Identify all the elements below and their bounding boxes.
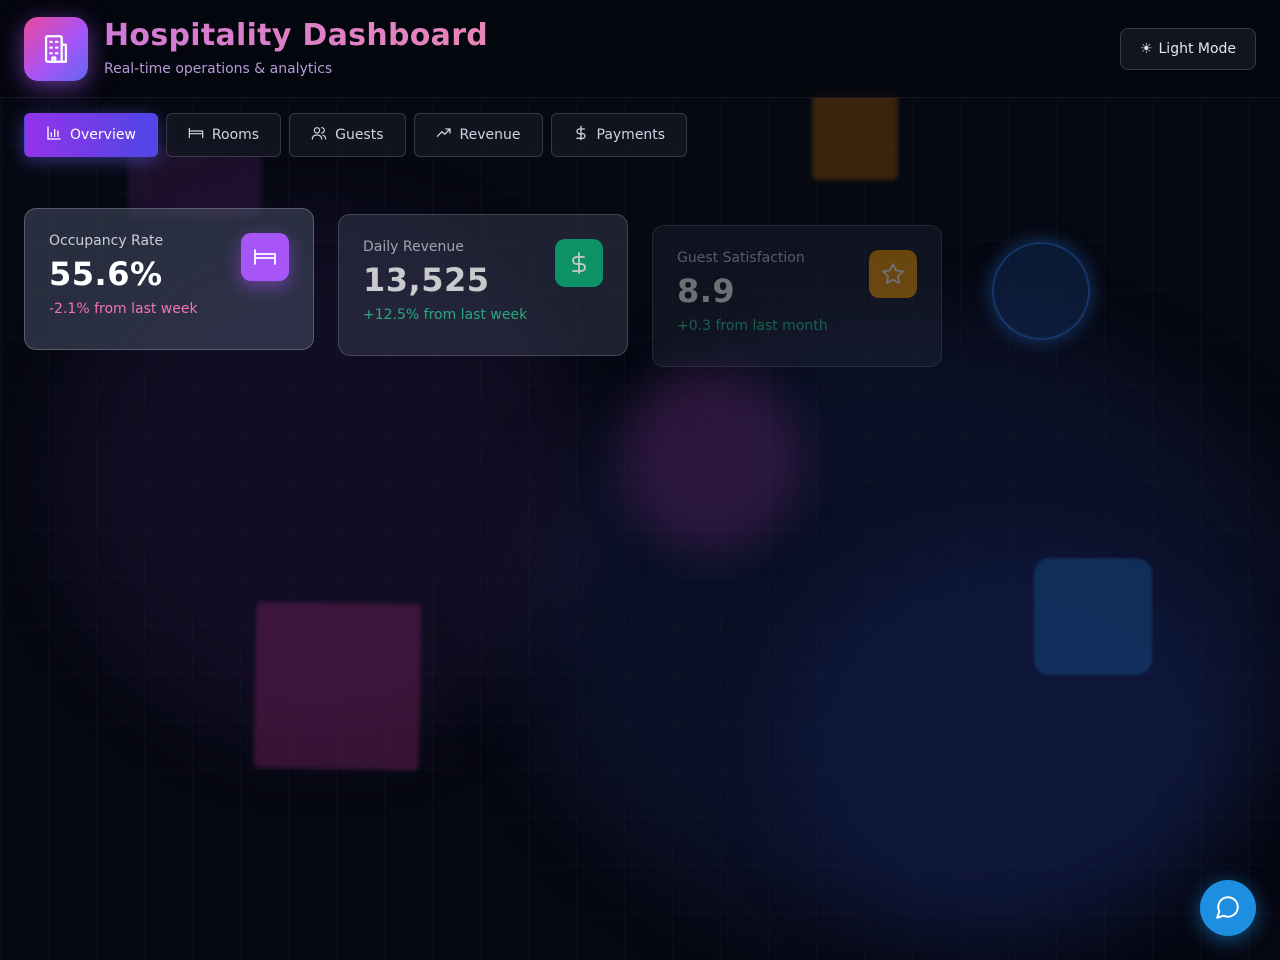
chat-button[interactable] [1200, 880, 1256, 936]
stat-change: -2.1% from last week [49, 301, 198, 317]
tab-label: Overview [70, 127, 136, 143]
tab-revenue[interactable]: Revenue [413, 113, 543, 157]
chat-bubble-icon [1215, 894, 1241, 923]
building-icon [24, 17, 88, 81]
tab-overview[interactable]: Overview [24, 113, 158, 157]
stat-card-daily-revenue: Daily Revenue 13,525 +12.5% from last we… [338, 214, 628, 356]
stat-card-guest-satisfaction: Guest Satisfaction 8.9 +0.3 from last mo… [652, 225, 942, 367]
bar-chart-icon [46, 125, 62, 145]
tab-label: Rooms [211, 127, 260, 143]
tab-payments[interactable]: Payments [550, 113, 688, 157]
tab-label: Revenue [459, 127, 521, 143]
stat-change: +0.3 from last month [677, 318, 828, 334]
stat-card-occupancy: Occupancy Rate 55.6% -2.1% from last wee… [24, 208, 314, 350]
tab-label: Payments [596, 127, 666, 143]
light-mode-toggle-button[interactable]: ☀ Light Mode [1120, 28, 1256, 70]
page-subtitle: Real-time operations & analytics [104, 61, 333, 77]
dollar-icon [573, 125, 589, 145]
bed-icon [188, 125, 204, 145]
dashboard-tabs: Overview Rooms Guests Revenue Payments [24, 113, 688, 157]
dollar-icon [555, 239, 603, 287]
page-title: Hospitality Dashboard [104, 18, 489, 53]
tab-rooms[interactable]: Rooms [165, 113, 282, 157]
sun-icon: ☀ [1139, 41, 1153, 57]
app-header: Hospitality Dashboard Real-time operatio… [0, 0, 1280, 98]
users-icon [311, 125, 327, 145]
bed-icon [241, 233, 289, 281]
stat-change: +12.5% from last week [363, 307, 528, 323]
trending-up-icon [436, 125, 452, 145]
light-mode-label: Light Mode [1158, 41, 1237, 57]
tab-guests[interactable]: Guests [289, 113, 406, 157]
star-icon [869, 250, 917, 298]
tab-label: Guests [335, 127, 384, 143]
